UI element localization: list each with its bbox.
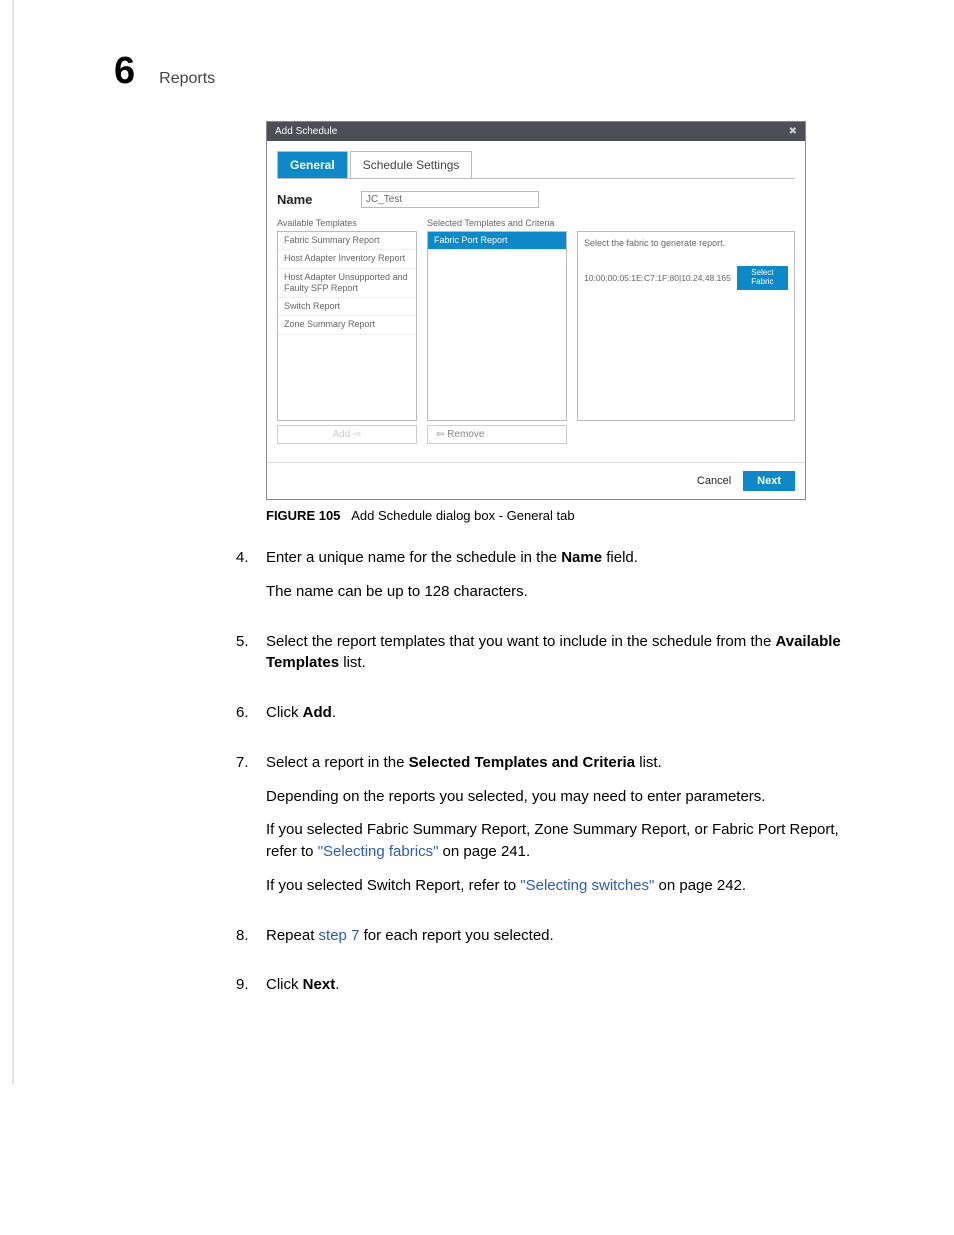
figure-text: Add Schedule dialog box - General tab — [351, 508, 574, 523]
chapter-number: 6 — [114, 50, 135, 93]
criteria-heading — [577, 218, 795, 228]
close-icon[interactable]: ✖ — [789, 126, 797, 137]
step-text: Click Add. — [266, 702, 864, 724]
step-text: Select a report in the Selected Template… — [266, 752, 864, 774]
step-number: 6. — [236, 702, 266, 736]
criteria-panel: Select the fabric to generate report. 10… — [577, 231, 795, 421]
step-text: If you selected Switch Report, refer to … — [266, 875, 864, 897]
cancel-button[interactable]: Cancel — [697, 475, 731, 487]
step-text: Click Next. — [266, 974, 864, 996]
selected-templates-list[interactable]: Fabric Port Report — [427, 231, 567, 421]
figure-caption: FIGURE 105 Add Schedule dialog box - Gen… — [266, 508, 864, 523]
dialog-title: Add Schedule — [275, 126, 337, 137]
name-label: Name — [277, 192, 361, 207]
select-fabric-button[interactable]: Select Fabric — [737, 266, 788, 290]
tab-general[interactable]: General — [277, 151, 348, 178]
add-schedule-dialog: Add Schedule ✖ General Schedule Settings… — [266, 121, 806, 500]
step-number: 9. — [236, 974, 266, 1008]
page-header: 6 Reports — [114, 50, 864, 93]
step-number: 8. — [236, 925, 266, 959]
list-item[interactable]: Zone Summary Report — [278, 316, 416, 334]
link-selecting-fabrics[interactable]: "Selecting fabrics" — [318, 843, 439, 860]
add-button: Add ⇨ — [277, 425, 417, 444]
dialog-footer: Cancel Next — [267, 462, 805, 499]
selected-templates-heading: Selected Templates and Criteria — [427, 218, 567, 228]
next-button[interactable]: Next — [743, 471, 795, 491]
figure-label: FIGURE 105 — [266, 508, 340, 523]
list-item[interactable]: Host Adapter Inventory Report — [278, 250, 416, 268]
step-number: 4. — [236, 547, 266, 615]
step-text: Enter a unique name for the schedule in … — [266, 547, 864, 569]
chapter-title: Reports — [159, 70, 215, 88]
step-text: If you selected Fabric Summary Report, Z… — [266, 819, 864, 863]
step-text: The name can be up to 128 characters. — [266, 581, 864, 603]
list-item[interactable]: Host Adapter Unsupported and Faulty SFP … — [278, 269, 416, 299]
dialog-tabs: General Schedule Settings — [277, 151, 795, 179]
dialog-titlebar: Add Schedule ✖ — [267, 122, 805, 141]
list-item[interactable]: Fabric Summary Report — [278, 232, 416, 250]
tab-schedule-settings[interactable]: Schedule Settings — [350, 151, 473, 178]
list-item[interactable]: Switch Report — [278, 298, 416, 316]
available-templates-heading: Available Templates — [277, 218, 417, 228]
name-input[interactable] — [361, 191, 539, 208]
step-text: Repeat step 7 for each report you select… — [266, 925, 864, 947]
remove-button[interactable]: ⇦ Remove — [427, 425, 567, 444]
available-templates-list[interactable]: Fabric Summary Report Host Adapter Inven… — [277, 231, 417, 421]
link-selecting-switches[interactable]: "Selecting switches" — [520, 877, 654, 894]
fabric-wwn: 10:00:00:05:1E:C7:1F:80|10.24.48.165 — [584, 273, 731, 283]
link-step-7[interactable]: step 7 — [319, 927, 360, 944]
step-text: Depending on the reports you selected, y… — [266, 786, 864, 808]
step-number: 7. — [236, 752, 266, 909]
criteria-instruction: Select the fabric to generate report. — [584, 238, 788, 248]
list-item[interactable]: Fabric Port Report — [428, 232, 566, 250]
step-text: Select the report templates that you wan… — [266, 631, 864, 675]
step-number: 5. — [236, 631, 266, 687]
